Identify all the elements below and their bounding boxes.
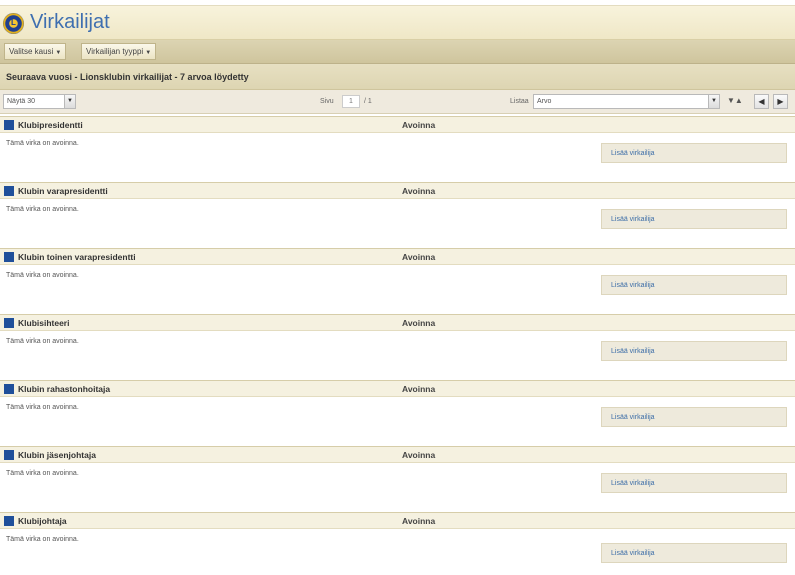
toolbar: Valitse kausi ▼ Virkailijan tyyppi ▼ (0, 40, 795, 64)
arrow-left-icon: ◀ (758, 97, 765, 106)
office-section: Klubijohtaja Avoinna Tämä virka on avoin… (0, 512, 795, 575)
officer-type-dropdown-button[interactable]: Virkailijan tyyppi ▼ (81, 43, 157, 60)
office-header: Klubin toinen varapresidentti Avoinna (0, 248, 795, 265)
add-officer-button[interactable]: Lisää virkailija (601, 473, 787, 493)
office-header: Klubijohtaja Avoinna (0, 512, 795, 529)
add-officer-label: Lisää virkailija (611, 282, 655, 289)
chevron-down-icon: ▼ (64, 95, 75, 108)
office-header: Klubin jäsenjohtaja Avoinna (0, 446, 795, 463)
office-header: Klubipresidentti Avoinna (0, 116, 795, 133)
office-status: Avoinna (402, 516, 436, 526)
office-description: Tämä virka on avoinna. (6, 470, 79, 477)
office-square-icon (4, 516, 14, 526)
page-label: Sivu (320, 98, 334, 105)
office-title: Klubin toinen varapresidentti (18, 252, 136, 262)
results-bar: Seuraava vuosi - Lionsklubin virkailijat… (0, 64, 795, 90)
office-status: Avoinna (402, 450, 436, 460)
office-square-icon (4, 252, 14, 262)
office-description: Tämä virka on avoinna. (6, 206, 79, 213)
chevron-down-icon: ▼ (145, 50, 152, 56)
sort-select[interactable]: Arvo ▼ (533, 94, 720, 109)
office-section: Klubipresidentti Avoinna Tämä virka on a… (0, 116, 795, 182)
add-officer-button[interactable]: Lisää virkailija (601, 275, 787, 295)
office-status: Avoinna (402, 252, 436, 262)
add-officer-button[interactable]: Lisää virkailija (601, 407, 787, 427)
office-title: Klubisihteeri (18, 318, 70, 328)
office-description: Tämä virka on avoinna. (6, 272, 79, 279)
previous-page-button[interactable]: ◀ (754, 94, 769, 109)
office-section: Klubin rahastonhoitaja Avoinna Tämä virk… (0, 380, 795, 446)
office-description: Tämä virka on avoinna. (6, 338, 79, 345)
page-header: L Virkailijat (0, 6, 795, 40)
page-size-select[interactable]: Näytä 30 ▼ (3, 94, 76, 109)
office-header: Klubisihteeri Avoinna (0, 314, 795, 331)
add-officer-label: Lisää virkailija (611, 150, 655, 157)
chevron-down-icon: ▼ (55, 50, 62, 56)
add-officer-button[interactable]: Lisää virkailija (601, 543, 787, 563)
office-square-icon (4, 120, 14, 130)
add-officer-button[interactable]: Lisää virkailija (601, 143, 787, 163)
office-title: Klubin varapresidentti (18, 186, 108, 196)
sort-value: Arvo (537, 98, 552, 105)
office-title: Klubin rahastonhoitaja (18, 384, 111, 394)
office-square-icon (4, 186, 14, 196)
add-officer-button[interactable]: Lisää virkailija (601, 341, 787, 361)
next-page-button[interactable]: ▶ (773, 94, 788, 109)
office-status: Avoinna (402, 120, 436, 130)
add-officer-label: Lisää virkailija (611, 216, 655, 223)
page-total: / 1 (364, 98, 372, 105)
officer-type-dropdown-label: Virkailijan tyyppi (86, 47, 144, 56)
office-square-icon (4, 318, 14, 328)
lions-logo-icon: L (3, 13, 24, 34)
office-section: Klubisihteeri Avoinna Tämä virka on avoi… (0, 314, 795, 380)
page-title: Virkailijat (30, 11, 110, 33)
office-header: Klubin varapresidentti Avoinna (0, 182, 795, 199)
add-officer-label: Lisää virkailija (611, 414, 655, 421)
add-officer-button[interactable]: Lisää virkailija (601, 209, 787, 229)
chevron-down-icon: ▼ (708, 95, 719, 108)
season-dropdown-button[interactable]: Valitse kausi ▼ (4, 43, 67, 60)
office-section: Klubin toinen varapresidentti Avoinna Tä… (0, 248, 795, 314)
office-status: Avoinna (402, 318, 436, 328)
office-title: Klubipresidentti (18, 120, 83, 130)
office-section: Klubin varapresidentti Avoinna Tämä virk… (0, 182, 795, 248)
office-section: Klubin jäsenjohtaja Avoinna Tämä virka o… (0, 446, 795, 512)
office-status: Avoinna (402, 384, 436, 394)
pager-bar: Näytä 30 ▼ Sivu 1 / 1 Listaa Arvo ▼ ▼▲ ◀… (0, 90, 795, 114)
office-square-icon (4, 450, 14, 460)
season-dropdown-label: Valitse kausi (9, 47, 54, 56)
sort-label: Listaa (510, 98, 529, 105)
office-title: Klubijohtaja (18, 516, 67, 526)
add-officer-label: Lisää virkailija (611, 480, 655, 487)
office-status: Avoinna (402, 186, 436, 196)
add-officer-label: Lisää virkailija (611, 550, 655, 557)
arrow-right-icon: ▶ (777, 97, 784, 106)
office-description: Tämä virka on avoinna. (6, 140, 79, 147)
page-number-input[interactable]: 1 (342, 95, 360, 108)
office-square-icon (4, 384, 14, 394)
page-size-value: Näytä 30 (7, 98, 36, 105)
sort-direction-icon[interactable]: ▼▲ (727, 96, 743, 105)
add-officer-label: Lisää virkailija (611, 348, 655, 355)
office-header: Klubin rahastonhoitaja Avoinna (0, 380, 795, 397)
results-summary: Seuraava vuosi - Lionsklubin virkailijat… (6, 72, 249, 82)
office-description: Tämä virka on avoinna. (6, 404, 79, 411)
office-title: Klubin jäsenjohtaja (18, 450, 96, 460)
office-description: Tämä virka on avoinna. (6, 536, 79, 543)
